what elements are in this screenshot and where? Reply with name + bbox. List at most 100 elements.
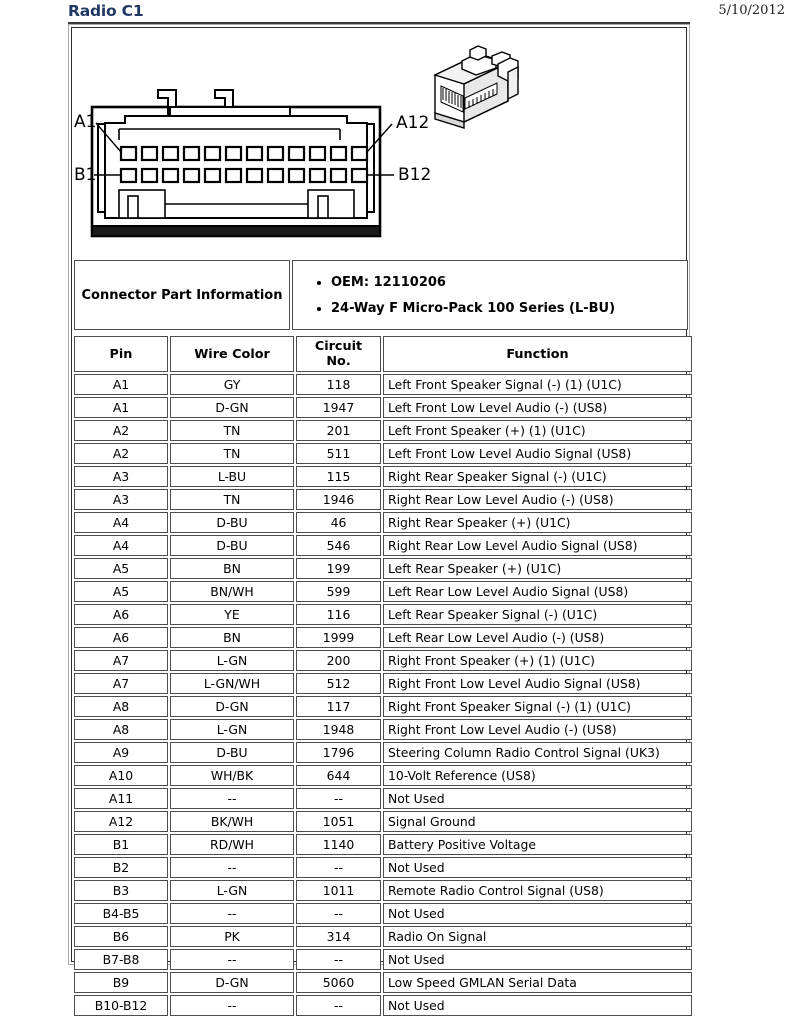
cell-pin: A7 [74, 673, 168, 694]
cell-function: Right Front Speaker Signal (-) (1) (U1C) [383, 696, 692, 717]
part-info-body: OEM: 12110206 24-Way F Micro-Pack 100 Se… [292, 260, 688, 330]
cell-wire-color: TN [170, 489, 294, 510]
cell-circuit-no: 1796 [296, 742, 381, 763]
cell-function: 10-Volt Reference (US8) [383, 765, 692, 786]
table-row: A7 L-GN/WH 512 Right Front Low Level Audio … [74, 673, 692, 694]
column-header-function: Function [383, 336, 692, 372]
cell-wire-color: D-BU [170, 742, 294, 763]
table-row: A4 D-BU 46 Right Rear Speaker (+) (U1C) [74, 512, 692, 533]
table-row: A3 L-BU 115 Right Rear Speaker Signal (-) (… [74, 466, 692, 487]
pin-label-a1: A1 [74, 112, 96, 132]
cell-pin: A1 [74, 374, 168, 395]
cell-circuit-no: 117 [296, 696, 381, 717]
cell-circuit-no: 644 [296, 765, 381, 786]
pinout-table: Pin Wire Color Circuit No. Function A1 GY… [72, 334, 694, 1018]
cell-wire-color: BK/WH [170, 811, 294, 832]
cell-pin: A1 [74, 397, 168, 418]
cell-circuit-no: 599 [296, 581, 381, 602]
cell-function: Remote Radio Control Signal (US8) [383, 880, 692, 901]
cell-pin: B2 [74, 857, 168, 878]
table-row: A3 TN 1946 Right Rear Low Level Audio (-) (… [74, 489, 692, 510]
cell-function: Right Rear Low Level Audio Signal (US8) [383, 535, 692, 556]
page-header: Radio C1 5/10/2012 [0, 0, 791, 24]
cell-function: Right Front Low Level Audio (-) (US8) [383, 719, 692, 740]
cell-wire-color: YE [170, 604, 294, 625]
table-row: A7 L-GN 200 Right Front Speaker (+) (1) (U1… [74, 650, 692, 671]
cell-function: Low Speed GMLAN Serial Data [383, 972, 692, 993]
cell-function: Left Rear Low Level Audio Signal (US8) [383, 581, 692, 602]
cell-circuit-no: 46 [296, 512, 381, 533]
content-frame-inner: A1 B1 A12 B12 Connector Part Information… [71, 27, 692, 1016]
pin-label-a12: A12 [396, 113, 429, 133]
cell-pin: B1 [74, 834, 168, 855]
cell-function: Left Front Speaker (+) (1) (U1C) [383, 420, 692, 441]
part-info-label: Connector Part Information [74, 260, 290, 330]
cell-function: Left Rear Speaker (+) (U1C) [383, 558, 692, 579]
cell-circuit-no: 199 [296, 558, 381, 579]
cell-function: Left Front Low Level Audio Signal (US8) [383, 443, 692, 464]
cell-circuit-no: 1140 [296, 834, 381, 855]
cell-circuit-no: -- [296, 788, 381, 809]
cell-function: Not Used [383, 949, 692, 970]
cell-function: Left Front Low Level Audio (-) (US8) [383, 397, 692, 418]
cell-function: Steering Column Radio Control Signal (UK… [383, 742, 692, 763]
cell-pin: B3 [74, 880, 168, 901]
table-row: A10 WH/BK 644 10-Volt Reference (US8) [74, 765, 692, 786]
cell-circuit-no: 115 [296, 466, 381, 487]
cell-pin: A10 [74, 765, 168, 786]
cell-function: Left Rear Speaker Signal (-) (U1C) [383, 604, 692, 625]
cell-wire-color: -- [170, 788, 294, 809]
cell-circuit-no: 200 [296, 650, 381, 671]
cell-pin: A7 [74, 650, 168, 671]
cell-pin: A8 [74, 696, 168, 717]
cell-wire-color: GY [170, 374, 294, 395]
cell-pin: A4 [74, 535, 168, 556]
table-row: B10-B12 -- -- Not Used [74, 995, 692, 1016]
column-header-circuit-no: Circuit No. [296, 336, 381, 372]
connector-end-view-drawing: A1 B1 A12 B12 [74, 45, 519, 238]
cell-wire-color: D-BU [170, 512, 294, 533]
cell-function: Right Rear Low Level Audio (-) (US8) [383, 489, 692, 510]
cell-wire-color: -- [170, 995, 294, 1016]
table-row: B7-B8 -- -- Not Used [74, 949, 692, 970]
pin-label-b12: B12 [398, 165, 431, 185]
cell-function: Right Front Low Level Audio Signal (US8) [383, 673, 692, 694]
cell-circuit-no: 1946 [296, 489, 381, 510]
part-info-bullet-oem: OEM: 12110206 [331, 276, 683, 290]
table-row: A1 GY 118 Left Front Speaker Signal (-) (1)… [74, 374, 692, 395]
table-row: B1 RD/WH 1140 Battery Positive Voltage [74, 834, 692, 855]
part-info-bullet-list: OEM: 12110206 24-Way F Micro-Pack 100 Se… [297, 266, 683, 323]
content-frame: A1 B1 A12 B12 Connector Part Information… [68, 24, 692, 1016]
page-title: Radio C1 [68, 2, 144, 20]
cell-circuit-no: 512 [296, 673, 381, 694]
cell-pin: A3 [74, 466, 168, 487]
pin-label-b1: B1 [74, 165, 96, 185]
cell-wire-color: RD/WH [170, 834, 294, 855]
table-row: A2 TN 201 Left Front Speaker (+) (1) (U1C) [74, 420, 692, 441]
cell-circuit-no: 116 [296, 604, 381, 625]
cell-wire-color: L-GN [170, 719, 294, 740]
cell-wire-color: BN/WH [170, 581, 294, 602]
cell-wire-color: D-GN [170, 972, 294, 993]
cell-pin: A9 [74, 742, 168, 763]
cell-pin: B10-B12 [74, 995, 168, 1016]
cell-pin: A11 [74, 788, 168, 809]
cell-function: Not Used [383, 903, 692, 924]
cell-wire-color: L-BU [170, 466, 294, 487]
cell-wire-color: PK [170, 926, 294, 947]
document-date: 5/10/2012 [718, 3, 785, 18]
cell-pin: A5 [74, 581, 168, 602]
cell-circuit-no: 5060 [296, 972, 381, 993]
table-row: B4-B5 -- -- Not Used [74, 903, 692, 924]
cell-circuit-no: 1011 [296, 880, 381, 901]
connector-part-information-table: Connector Part Information OEM: 12110206… [72, 258, 690, 332]
cell-function: Not Used [383, 788, 692, 809]
table-row: A2 TN 511 Left Front Low Level Audio Signal… [74, 443, 692, 464]
cell-wire-color: -- [170, 903, 294, 924]
cell-pin: A6 [74, 604, 168, 625]
cell-wire-color: WH/BK [170, 765, 294, 786]
cell-function: Radio On Signal [383, 926, 692, 947]
cell-pin: A5 [74, 558, 168, 579]
cell-circuit-no: -- [296, 995, 381, 1016]
cell-pin: A12 [74, 811, 168, 832]
